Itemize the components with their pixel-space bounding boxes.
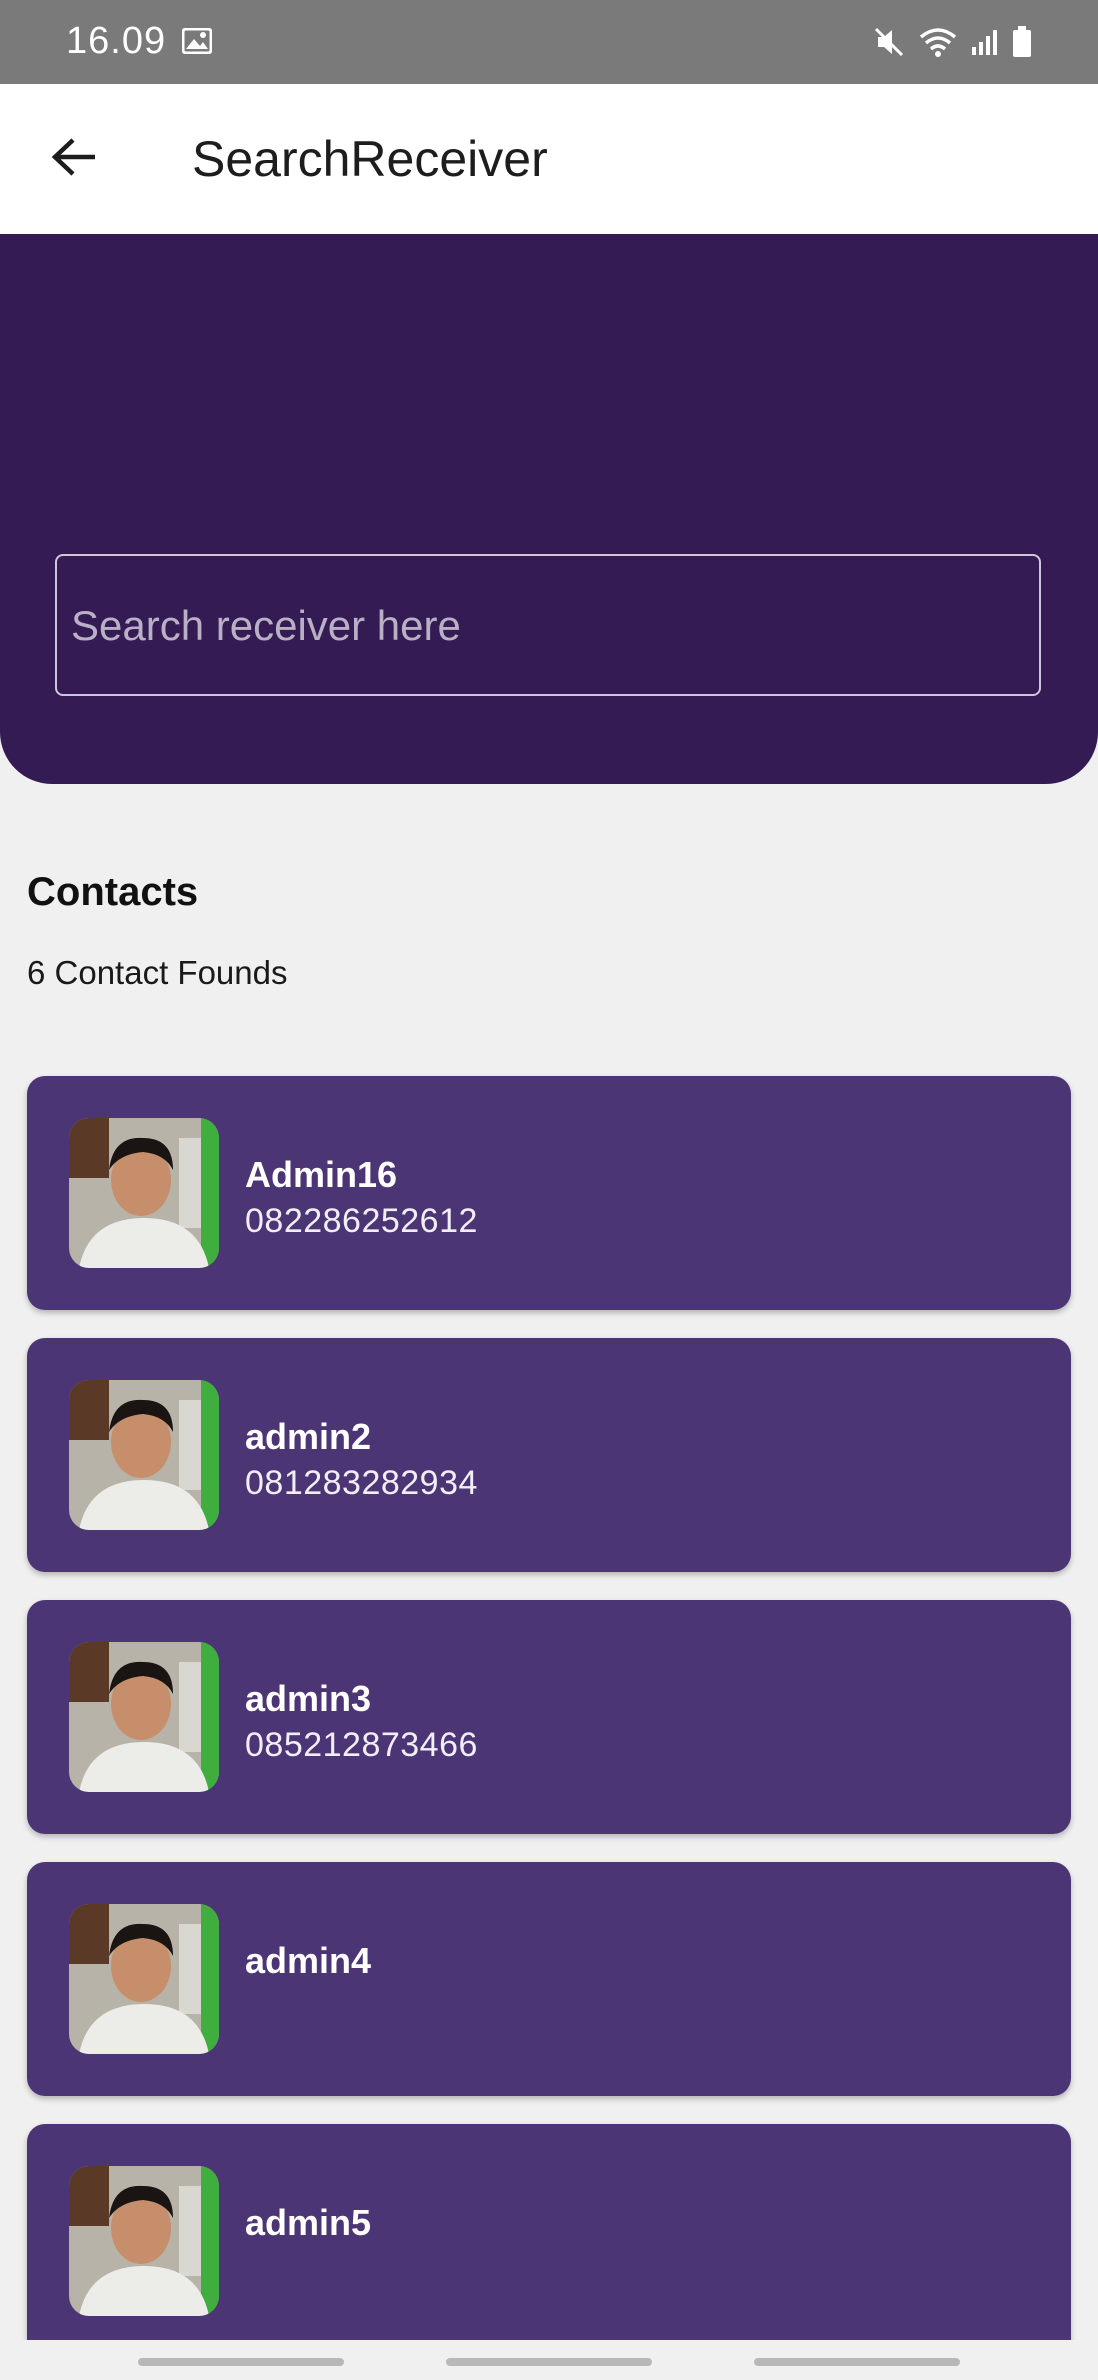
search-field[interactable] bbox=[55, 554, 1041, 696]
contacts-count: 6 Contact Founds bbox=[27, 954, 288, 991]
contact-card[interactable]: admin5 bbox=[27, 2124, 1071, 2358]
contact-name: admin2 bbox=[245, 1416, 372, 1457]
nav-recents-handle[interactable] bbox=[138, 2358, 344, 2366]
screen: 16.09 SearchReceiver Search receiver her… bbox=[0, 0, 1098, 2380]
signal-icon bbox=[970, 27, 1000, 57]
avatar bbox=[69, 1380, 219, 1530]
contact-list: Admin16 082286252612 admin2 081283282934 bbox=[27, 1076, 1071, 2380]
contact-card[interactable]: admin3 085212873466 bbox=[27, 1600, 1071, 1834]
contact-card[interactable]: Admin16 082286252612 bbox=[27, 1076, 1071, 1310]
avatar bbox=[69, 2166, 219, 2316]
system-nav-bar bbox=[0, 2340, 1098, 2380]
nav-back-handle[interactable] bbox=[754, 2358, 960, 2366]
contact-phone: 082286252612 bbox=[245, 1202, 478, 1240]
back-button[interactable] bbox=[40, 124, 110, 194]
avatar bbox=[69, 1904, 219, 2054]
status-time: 16.09 bbox=[66, 20, 167, 62]
avatar bbox=[69, 1118, 219, 1268]
contact-card[interactable]: admin2 081283282934 bbox=[27, 1338, 1071, 1572]
contact-name: admin4 bbox=[245, 1940, 372, 1981]
contact-phone: 081283282934 bbox=[245, 1464, 478, 1502]
battery-icon bbox=[1012, 26, 1032, 58]
contact-phone: 085212873466 bbox=[245, 1726, 478, 1764]
search-header bbox=[0, 234, 1098, 784]
avatar bbox=[69, 1642, 219, 1792]
mute-icon bbox=[872, 25, 906, 59]
status-icons bbox=[872, 22, 1032, 62]
search-input[interactable] bbox=[69, 556, 1023, 696]
back-arrow-icon bbox=[51, 137, 99, 182]
status-bar: 16.09 bbox=[0, 0, 1098, 84]
page-title: SearchReceiver bbox=[192, 131, 548, 187]
nav-home-handle[interactable] bbox=[446, 2358, 652, 2366]
contact-name: admin5 bbox=[245, 2202, 372, 2243]
gallery-icon bbox=[181, 27, 213, 55]
contact-name: admin3 bbox=[245, 1678, 372, 1719]
app-bar: SearchReceiver bbox=[0, 84, 1098, 234]
wifi-icon bbox=[918, 25, 958, 59]
contact-card[interactable]: admin4 bbox=[27, 1862, 1071, 2096]
contact-name: Admin16 bbox=[245, 1154, 398, 1195]
contacts-heading: Contacts bbox=[27, 870, 199, 914]
